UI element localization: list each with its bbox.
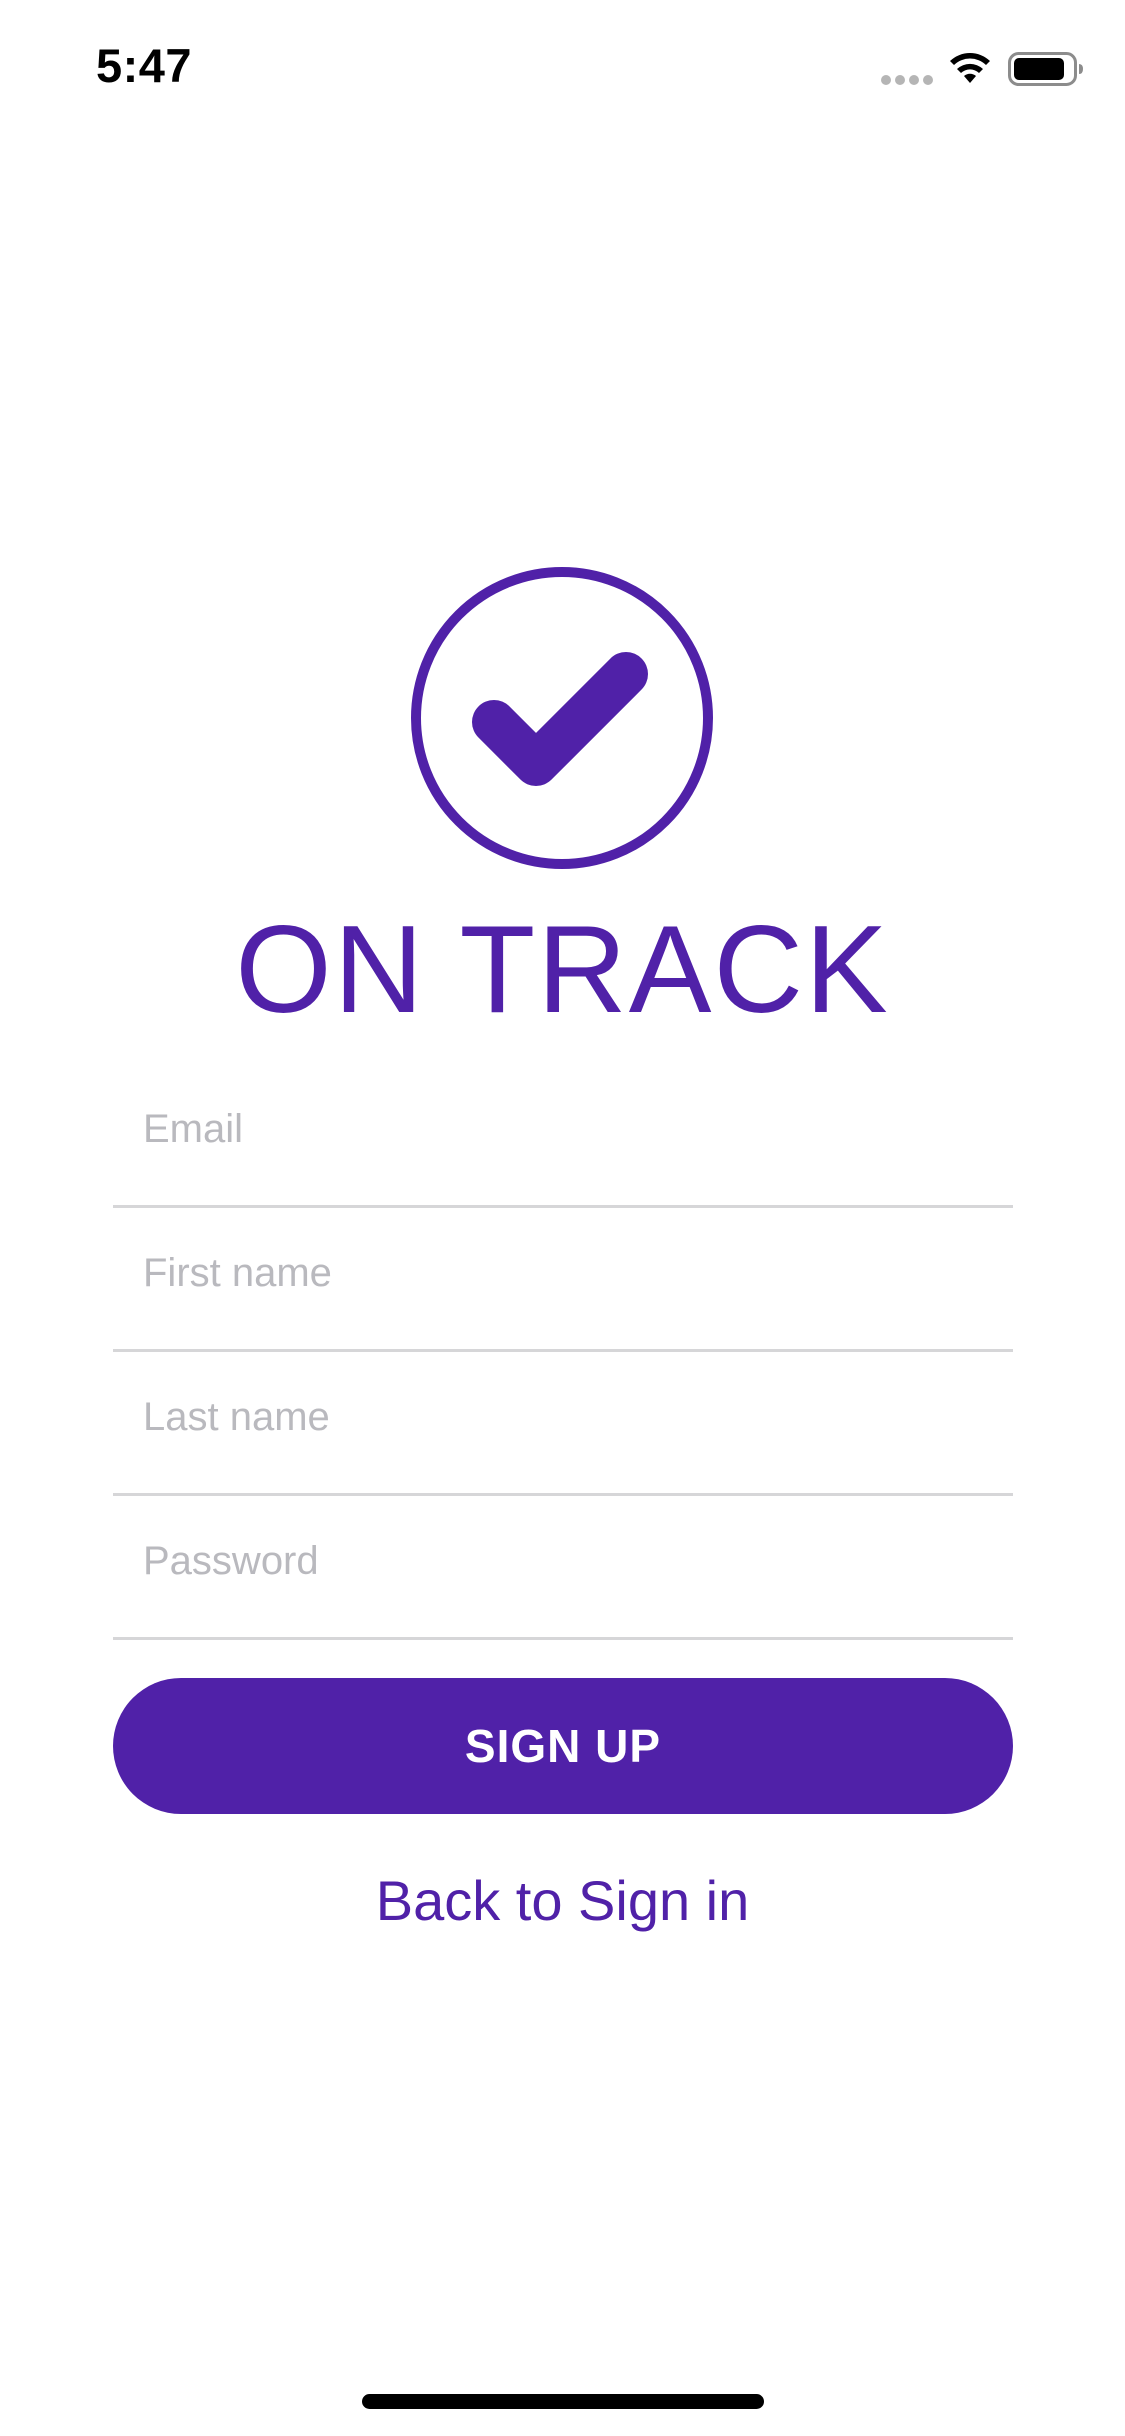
battery-icon	[1008, 52, 1083, 86]
password-field[interactable]	[143, 1526, 983, 1596]
email-field[interactable]	[143, 1094, 983, 1164]
status-time: 5:47	[96, 39, 193, 92]
password-field-container	[113, 1496, 1013, 1640]
back-to-sign-in-link[interactable]: Back to Sign in	[0, 1868, 1125, 1933]
checkmark-circle-icon	[411, 567, 713, 869]
first-name-field-container	[113, 1208, 1013, 1352]
signup-button[interactable]: SIGN UP	[113, 1678, 1013, 1814]
email-field-container	[113, 1064, 1013, 1208]
home-indicator[interactable]	[362, 2394, 764, 2409]
app-title: ON TRACK	[235, 901, 890, 1039]
signup-form	[113, 1064, 1013, 1640]
status-bar: 5:47	[0, 0, 1125, 132]
last-name-field-container	[113, 1352, 1013, 1496]
wifi-icon	[950, 53, 990, 83]
last-name-field[interactable]	[143, 1382, 983, 1452]
first-name-field[interactable]	[143, 1238, 983, 1308]
signal-icon	[881, 75, 933, 85]
